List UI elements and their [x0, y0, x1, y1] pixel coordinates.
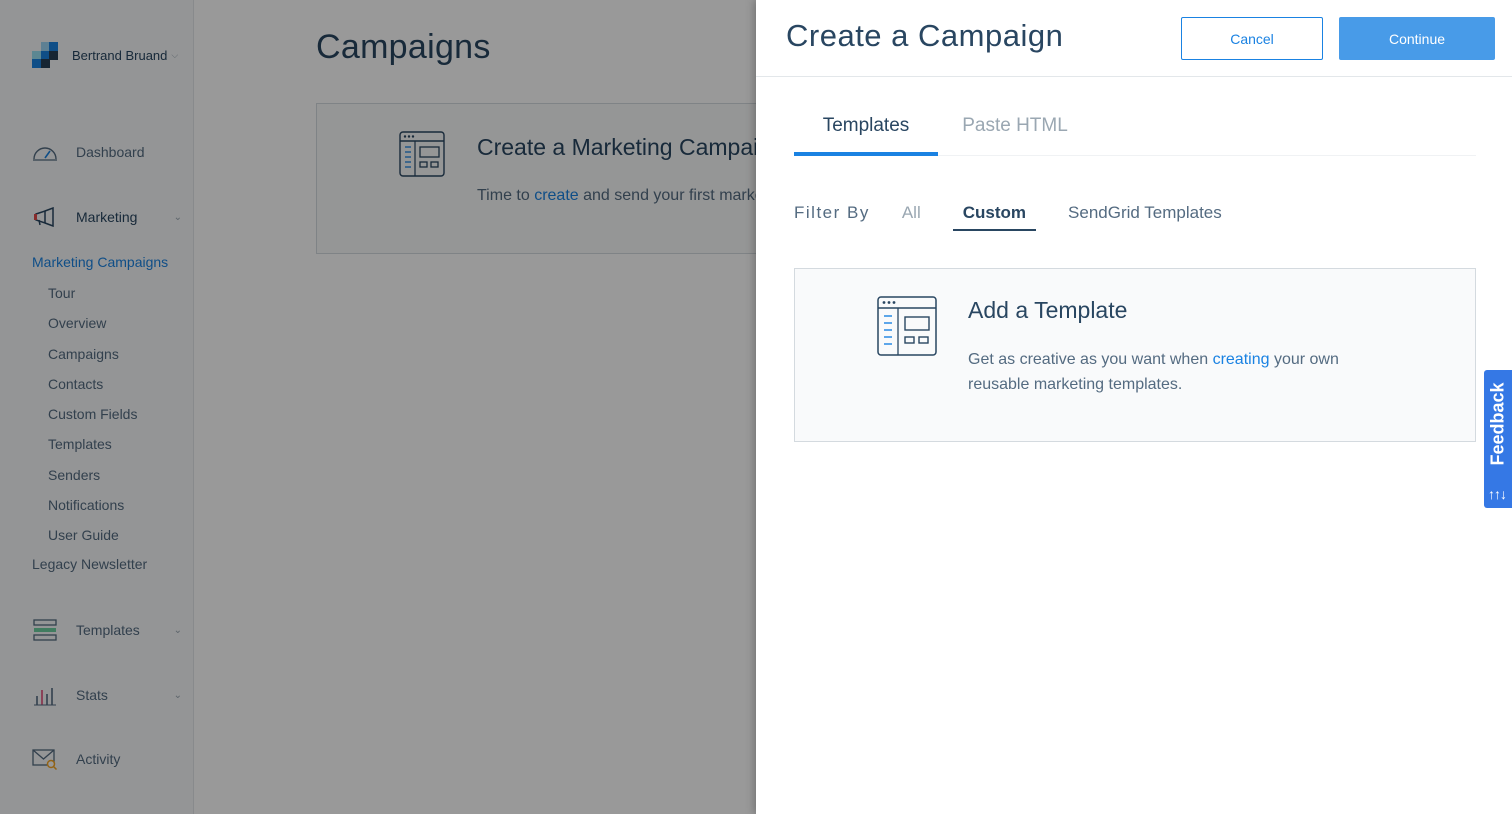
tab-paste-html[interactable]: Paste HTML [952, 100, 1078, 156]
modal-header: Create a Campaign Cancel Continue [756, 0, 1512, 77]
create-campaign-modal: Create a Campaign Cancel Continue Templa… [756, 0, 1512, 814]
filter-label: Filter By [794, 203, 870, 222]
filter-custom[interactable]: Custom [952, 203, 1037, 231]
filter-all[interactable]: All [902, 203, 921, 223]
template-text-before: Get as creative as you want when [968, 351, 1209, 368]
template-card-text: Get as creative as you want when creatin… [968, 347, 1368, 397]
filter-bar: Filter By All Custom SendGrid Templates [794, 203, 1222, 231]
add-template-card[interactable]: Add a Template Get as creative as you wa… [794, 268, 1476, 442]
cancel-button[interactable]: Cancel [1181, 17, 1323, 60]
template-card-title: Add a Template [968, 297, 1128, 323]
continue-button[interactable]: Continue [1339, 17, 1495, 60]
template-layout-icon [877, 296, 937, 361]
feedback-tab[interactable]: Feedback ↑↑↓ [1484, 370, 1512, 508]
feedback-label: Feedback [1487, 382, 1508, 466]
modal-tabs: Templates Paste HTML [794, 100, 1476, 156]
creating-link[interactable]: creating [1213, 351, 1270, 368]
tab-templates[interactable]: Templates [794, 100, 938, 156]
filter-sendgrid-templates[interactable]: SendGrid Templates [1068, 203, 1222, 223]
usabilla-logo-icon: ↑↑↓ [1488, 486, 1507, 502]
modal-title: Create a Campaign [786, 18, 1064, 53]
